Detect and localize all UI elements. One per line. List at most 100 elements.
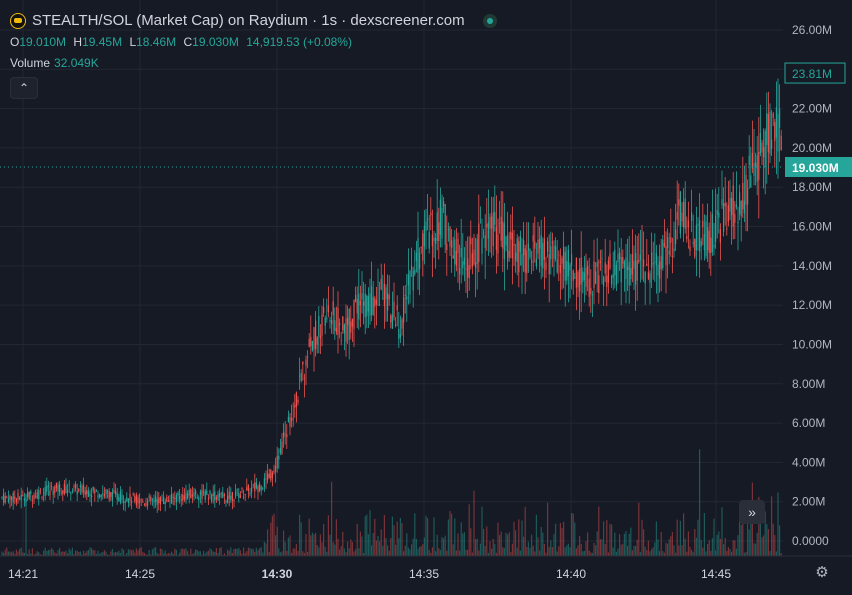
candle-body (548, 254, 550, 275)
candle-body (332, 301, 334, 316)
candle-body (185, 492, 187, 501)
collapse-legend-button[interactable]: ⌃ (10, 77, 38, 99)
volume-bar (628, 533, 630, 556)
volume-bar (510, 552, 512, 556)
candlestick-chart[interactable]: 26.00M24.00M22.00M20.00M18.00M16.00M14.0… (0, 0, 852, 595)
volume-bar (94, 550, 96, 556)
volume-bar (79, 551, 81, 556)
volume-bar (526, 546, 528, 556)
candle-body (203, 492, 205, 494)
candle-body (227, 495, 229, 504)
candle-body (518, 241, 520, 273)
candle-body (241, 487, 243, 490)
volume-bar (767, 529, 769, 556)
volume-bar (627, 545, 629, 556)
volume-bar (449, 511, 451, 556)
volume-bar (647, 540, 649, 556)
candle-body (406, 296, 408, 300)
volume-bar (500, 531, 502, 556)
volume-bar (103, 550, 105, 556)
volume-bar (774, 535, 776, 556)
volume-bar (207, 550, 209, 556)
volume-bar (515, 530, 517, 556)
chart-settings-button[interactable]: ⚙ (814, 564, 830, 581)
candle-body (593, 261, 595, 289)
candle-body (315, 320, 317, 350)
volume-bar (478, 550, 480, 556)
price-axis[interactable]: 26.00M24.00M22.00M20.00M18.00M16.00M14.0… (792, 23, 832, 548)
candle-body (652, 263, 654, 265)
volume-bar (532, 545, 534, 556)
candle-body (97, 495, 99, 498)
volume-bar (297, 550, 299, 556)
candle-body (742, 183, 744, 210)
volume-bar (527, 541, 529, 556)
candle-body (92, 486, 94, 491)
candle-body (225, 500, 227, 503)
volume-bar (619, 534, 621, 556)
scroll-to-realtime-button[interactable]: » (739, 500, 765, 524)
candle-body (183, 495, 185, 500)
candle-body (287, 416, 289, 423)
candle-body (35, 496, 37, 498)
volume-bar (468, 504, 470, 556)
candle-body (257, 486, 259, 493)
candle-body (748, 155, 750, 166)
volume-bar (444, 535, 446, 556)
volume-bar (36, 551, 38, 556)
candle-body (353, 300, 355, 329)
volume-bar (404, 545, 406, 556)
candle-body (124, 501, 126, 504)
candle-body (542, 243, 544, 269)
candle-body (217, 493, 219, 501)
volume-bar (281, 551, 283, 556)
volume-bar (534, 551, 536, 556)
volume-bar (643, 529, 645, 556)
candle-body (295, 392, 297, 408)
volume-bar (735, 548, 737, 556)
candle-body (713, 244, 715, 248)
volume-bar (52, 549, 54, 556)
volume-bar (278, 548, 280, 556)
volume-bar (31, 548, 33, 556)
candle-body (252, 484, 254, 486)
candle-body (91, 495, 93, 498)
open-value: 19.010M (19, 35, 67, 49)
candle-body (473, 249, 475, 265)
volume-bar (601, 539, 603, 556)
candle-body (775, 107, 777, 138)
candle-body (609, 253, 611, 269)
close-value: 19.030M (192, 35, 239, 49)
candle-body (638, 259, 640, 262)
candle-body (443, 201, 445, 207)
volume-bar (558, 546, 560, 556)
candle-body (233, 499, 235, 501)
candle-body (673, 248, 675, 252)
time-axis[interactable]: 14:21 14:25 14:30 14:35 14:40 14:45 (0, 555, 852, 581)
candle-body (191, 494, 193, 497)
candle-body (355, 294, 357, 302)
y-tick-label: 0.0000 (792, 534, 829, 548)
volume-bar (129, 549, 131, 556)
volume-bar (83, 550, 85, 556)
candle-body (390, 315, 392, 323)
volume-bar (535, 514, 537, 556)
candle-body (135, 495, 137, 506)
volume-bar (497, 522, 499, 556)
candle-body (412, 270, 414, 291)
volume-bar (676, 519, 678, 556)
candle-body (7, 498, 9, 502)
candle-body (547, 240, 549, 253)
candle-body (100, 494, 102, 498)
candle-body (454, 239, 456, 265)
candle-body (303, 378, 305, 380)
candle-body (238, 492, 240, 498)
candle-body (415, 253, 417, 262)
volume-bar (211, 549, 213, 556)
candle-body (580, 257, 582, 285)
volume-bar (563, 521, 565, 556)
y-tick-label: 26.00M (792, 23, 832, 37)
volume-bar (766, 524, 768, 556)
volume-bar (417, 548, 419, 556)
y-tick-label: 18.00M (792, 180, 832, 194)
